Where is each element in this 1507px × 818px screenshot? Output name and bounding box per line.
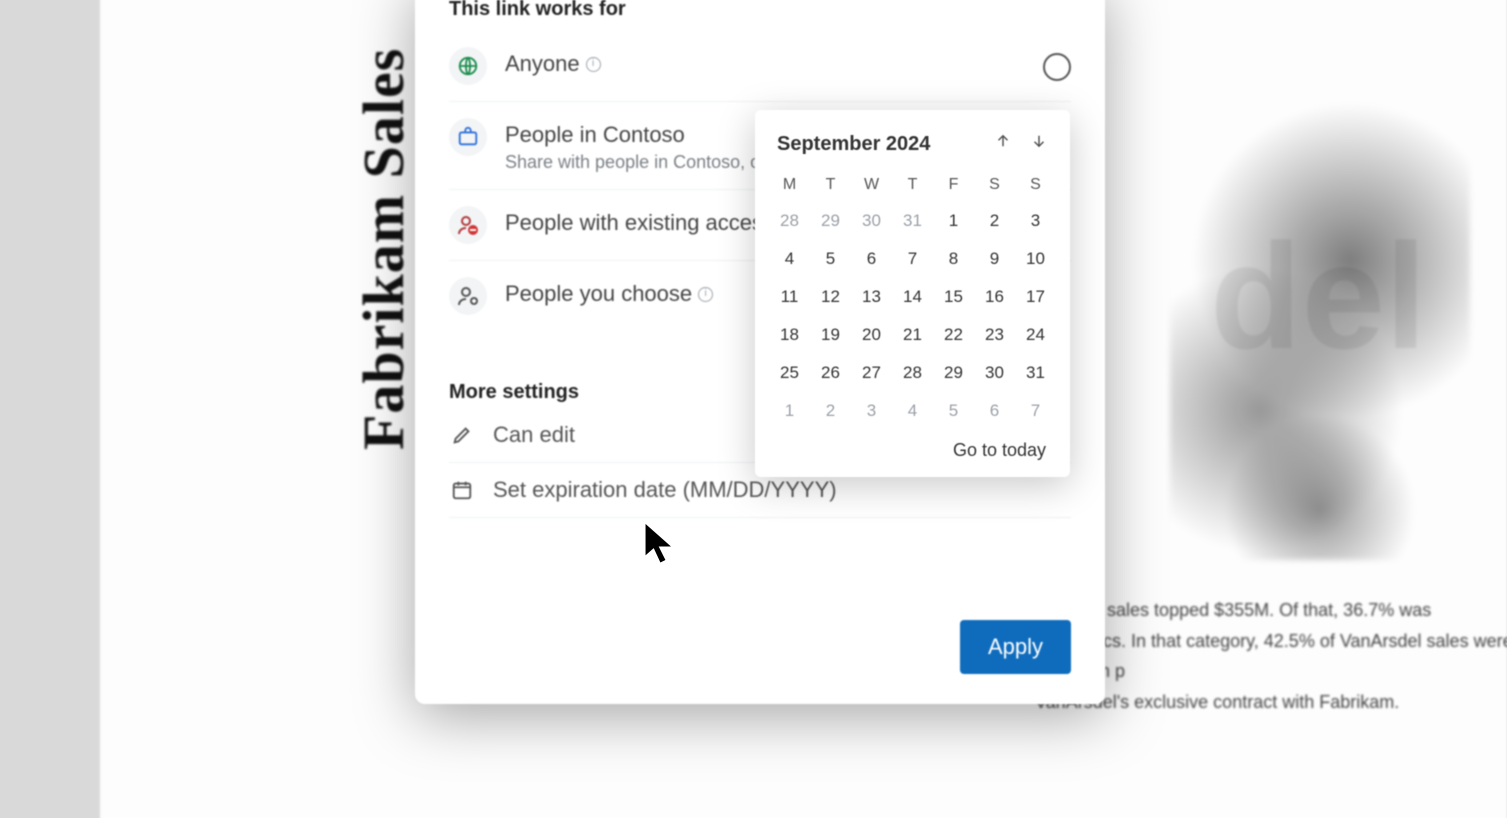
calendar-day-cell[interactable]: 19 <box>810 316 851 354</box>
calendar-day-cell[interactable]: 12 <box>810 278 851 316</box>
setting-label: Can edit <box>493 422 575 448</box>
calendar-day-cell[interactable]: 3 <box>1015 202 1056 240</box>
person-add-icon <box>449 277 487 315</box>
calendar-day-cell[interactable]: 7 <box>1015 392 1056 430</box>
calendar-day-cell[interactable]: 28 <box>892 354 933 392</box>
calendar-day-cell[interactable]: 4 <box>769 240 810 278</box>
calendar-day-cell[interactable]: 18 <box>769 316 810 354</box>
info-icon[interactable]: i <box>586 57 601 72</box>
calendar-day-cell[interactable]: 25 <box>769 354 810 392</box>
background-vertical-title: Fabrikam Sales <box>350 48 417 450</box>
calendar-day-cell[interactable]: 14 <box>892 278 933 316</box>
background-body-text: orldwide sales topped $355M. Of that, 36… <box>1035 595 1507 717</box>
calendar-weekday-header: T <box>810 168 851 202</box>
person-restricted-icon <box>449 206 487 244</box>
option-label: People with existing access <box>505 210 774 236</box>
calendar-weekday-header: S <box>974 168 1015 202</box>
setting-label: Set expiration date (MM/DD/YYYY) <box>493 477 837 503</box>
calendar-day-cell[interactable]: 23 <box>974 316 1015 354</box>
calendar-day-cell[interactable]: 17 <box>1015 278 1056 316</box>
next-month-button[interactable] <box>1030 132 1048 156</box>
calendar-day-cell[interactable]: 26 <box>810 354 851 392</box>
calendar-day-cell[interactable]: 15 <box>933 278 974 316</box>
calendar-day-cell[interactable]: 28 <box>769 202 810 240</box>
calendar-day-cell[interactable]: 29 <box>810 202 851 240</box>
globe-icon <box>449 47 487 85</box>
calendar-day-cell[interactable]: 22 <box>933 316 974 354</box>
option-label: Anyone <box>505 51 580 77</box>
calendar-day-cell[interactable]: 30 <box>974 354 1015 392</box>
calendar-day-cell[interactable]: 16 <box>974 278 1015 316</box>
calendar-day-cell[interactable]: 5 <box>810 240 851 278</box>
link-works-for-heading: This link works for <box>415 0 1105 25</box>
body-line: VanArsdel's exclusive contract with Fabr… <box>1035 687 1507 718</box>
calendar-grid: MTWTFSS282930311234567891011121314151617… <box>769 168 1056 430</box>
calendar-day-cell[interactable]: 1 <box>933 202 974 240</box>
briefcase-icon <box>449 118 487 156</box>
calendar-weekday-header: S <box>1015 168 1056 202</box>
calendar-day-cell[interactable]: 8 <box>933 240 974 278</box>
background-watermark-text: del <box>1210 210 1427 383</box>
calendar-day-cell[interactable]: 1 <box>769 392 810 430</box>
option-label: People you choose <box>505 281 692 307</box>
option-anyone[interactable]: Anyone i <box>449 31 1071 102</box>
calendar-day-cell[interactable]: 5 <box>933 392 974 430</box>
calendar-day-cell[interactable]: 7 <box>892 240 933 278</box>
calendar-weekday-header: M <box>769 168 810 202</box>
radio-button[interactable] <box>1043 53 1071 81</box>
mouse-cursor <box>642 520 678 568</box>
calendar-icon <box>449 479 475 501</box>
pencil-icon <box>449 424 475 446</box>
calendar-weekday-header: T <box>892 168 933 202</box>
calendar-month-title[interactable]: September 2024 <box>777 133 930 156</box>
calendar-day-cell[interactable]: 24 <box>1015 316 1056 354</box>
calendar-weekday-header: W <box>851 168 892 202</box>
calendar-day-cell[interactable]: 3 <box>851 392 892 430</box>
calendar-day-cell[interactable]: 31 <box>1015 354 1056 392</box>
calendar-day-cell[interactable]: 11 <box>769 278 810 316</box>
calendar-day-cell[interactable]: 2 <box>810 392 851 430</box>
calendar-weekday-header: F <box>933 168 974 202</box>
info-icon[interactable]: i <box>698 287 713 302</box>
previous-month-button[interactable] <box>994 132 1012 156</box>
apply-button[interactable]: Apply <box>960 620 1071 674</box>
body-line: electronics. In that category, 42.5% of … <box>1035 626 1507 687</box>
go-to-today-button[interactable]: Go to today <box>953 440 1046 460</box>
calendar-day-cell[interactable]: 2 <box>974 202 1015 240</box>
calendar-day-cell[interactable]: 4 <box>892 392 933 430</box>
calendar-day-cell[interactable]: 21 <box>892 316 933 354</box>
calendar-day-cell[interactable]: 29 <box>933 354 974 392</box>
calendar-day-cell[interactable]: 27 <box>851 354 892 392</box>
calendar-day-cell[interactable]: 13 <box>851 278 892 316</box>
calendar-day-cell[interactable]: 20 <box>851 316 892 354</box>
calendar-day-cell[interactable]: 6 <box>851 240 892 278</box>
calendar-day-cell[interactable]: 10 <box>1015 240 1056 278</box>
option-label: People in Contoso <box>505 122 685 148</box>
calendar-day-cell[interactable]: 30 <box>851 202 892 240</box>
body-line: orldwide sales topped $355M. Of that, 36… <box>1035 595 1507 626</box>
calendar-day-cell[interactable]: 6 <box>974 392 1015 430</box>
calendar-day-cell[interactable]: 9 <box>974 240 1015 278</box>
date-picker-popout: September 2024 MTWTFSS282930311234567891… <box>755 110 1070 477</box>
calendar-day-cell[interactable]: 31 <box>892 202 933 240</box>
